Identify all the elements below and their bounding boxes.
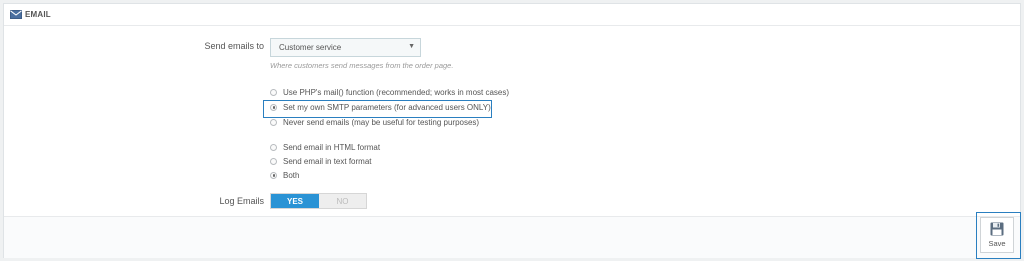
- send-emails-to-help: Where customers send messages from the o…: [270, 61, 454, 70]
- panel-footer: [4, 216, 1020, 258]
- toggle-yes[interactable]: YES: [271, 194, 319, 208]
- envelope-icon: [10, 10, 22, 19]
- radio-label: Use PHP's mail() function (recommended; …: [283, 87, 510, 97]
- smtp-highlight-box: [263, 100, 492, 118]
- radio-label: Never send emails (may be useful for tes…: [283, 117, 480, 127]
- radio-button[interactable]: [270, 118, 277, 126]
- radio-both[interactable]: Both: [270, 169, 299, 181]
- email-panel: EMAIL Send emails to Customer service ▼ …: [3, 3, 1021, 258]
- caret-down-icon: ▼: [408, 43, 415, 50]
- radio-button[interactable]: [270, 143, 277, 151]
- panel-title: EMAIL: [25, 10, 51, 19]
- radio-html-format[interactable]: Send email in HTML format: [270, 141, 380, 153]
- radio-text-format[interactable]: Send email in text format: [270, 155, 371, 167]
- radio-button[interactable]: [270, 88, 277, 96]
- select-value: Customer service: [279, 43, 342, 52]
- radio-button[interactable]: [270, 171, 277, 179]
- radio-label: Both: [283, 170, 300, 180]
- send-emails-to-label: Send emails to: [204, 41, 264, 51]
- send-emails-to-select[interactable]: Customer service ▼: [270, 38, 421, 57]
- toggle-no[interactable]: NO: [319, 194, 366, 208]
- save-button[interactable]: Save: [980, 217, 1014, 253]
- radio-php-mail[interactable]: Use PHP's mail() function (recommended; …: [270, 86, 509, 98]
- floppy-disk-icon: [990, 222, 1004, 236]
- log-emails-label: Log Emails: [219, 196, 264, 206]
- radio-label: Send email in HTML format: [283, 142, 381, 152]
- save-label: Save: [988, 239, 1006, 248]
- radio-button[interactable]: [270, 157, 277, 165]
- radio-label: Send email in text format: [283, 156, 372, 166]
- panel-heading: EMAIL: [4, 4, 1020, 26]
- log-emails-toggle[interactable]: YES NO: [270, 193, 367, 209]
